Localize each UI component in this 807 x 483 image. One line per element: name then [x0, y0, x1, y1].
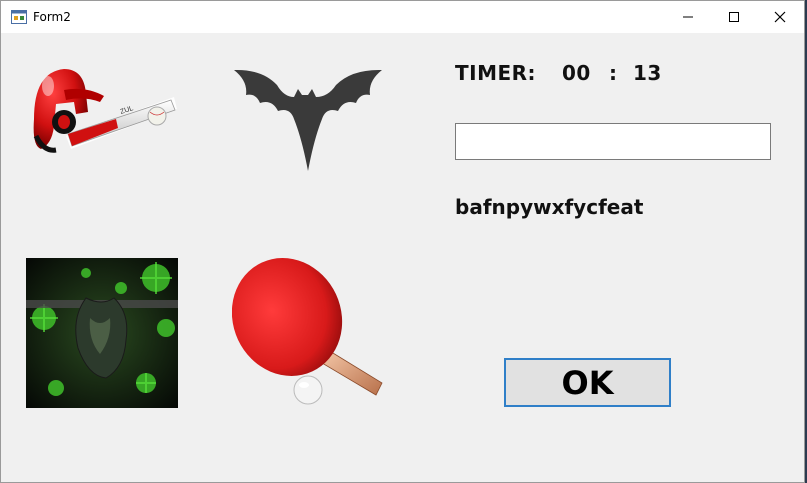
form2-window: Form2 ZUL TIMER: 00: 13 bafnpywxfycfeat… — [0, 0, 805, 483]
baseball-helmet-bat-image[interactable]: ZUL — [26, 64, 178, 176]
timer-label: TIMER: — [455, 61, 537, 85]
app-icon — [11, 10, 27, 24]
ping-pong-paddle-image[interactable] — [232, 255, 384, 411]
window-title: Form2 — [33, 10, 71, 24]
virus-bat-image[interactable] — [26, 258, 178, 408]
scrambled-word: bafnpywxfycfeat — [455, 195, 644, 219]
title-bar[interactable]: Form2 — [1, 1, 804, 33]
timer-separator: : — [609, 61, 618, 85]
maximize-icon — [729, 12, 739, 22]
close-button[interactable] — [757, 1, 803, 33]
timer-minutes: 00 — [562, 61, 591, 85]
ok-button[interactable]: OK — [504, 358, 671, 407]
close-icon — [774, 11, 786, 23]
timer-seconds: 13 — [633, 61, 662, 85]
maximize-button[interactable] — [711, 1, 757, 33]
minimize-button[interactable] — [665, 1, 711, 33]
bat-animal-image[interactable] — [232, 67, 384, 173]
minimize-icon — [683, 16, 693, 18]
answer-input[interactable] — [455, 123, 771, 160]
